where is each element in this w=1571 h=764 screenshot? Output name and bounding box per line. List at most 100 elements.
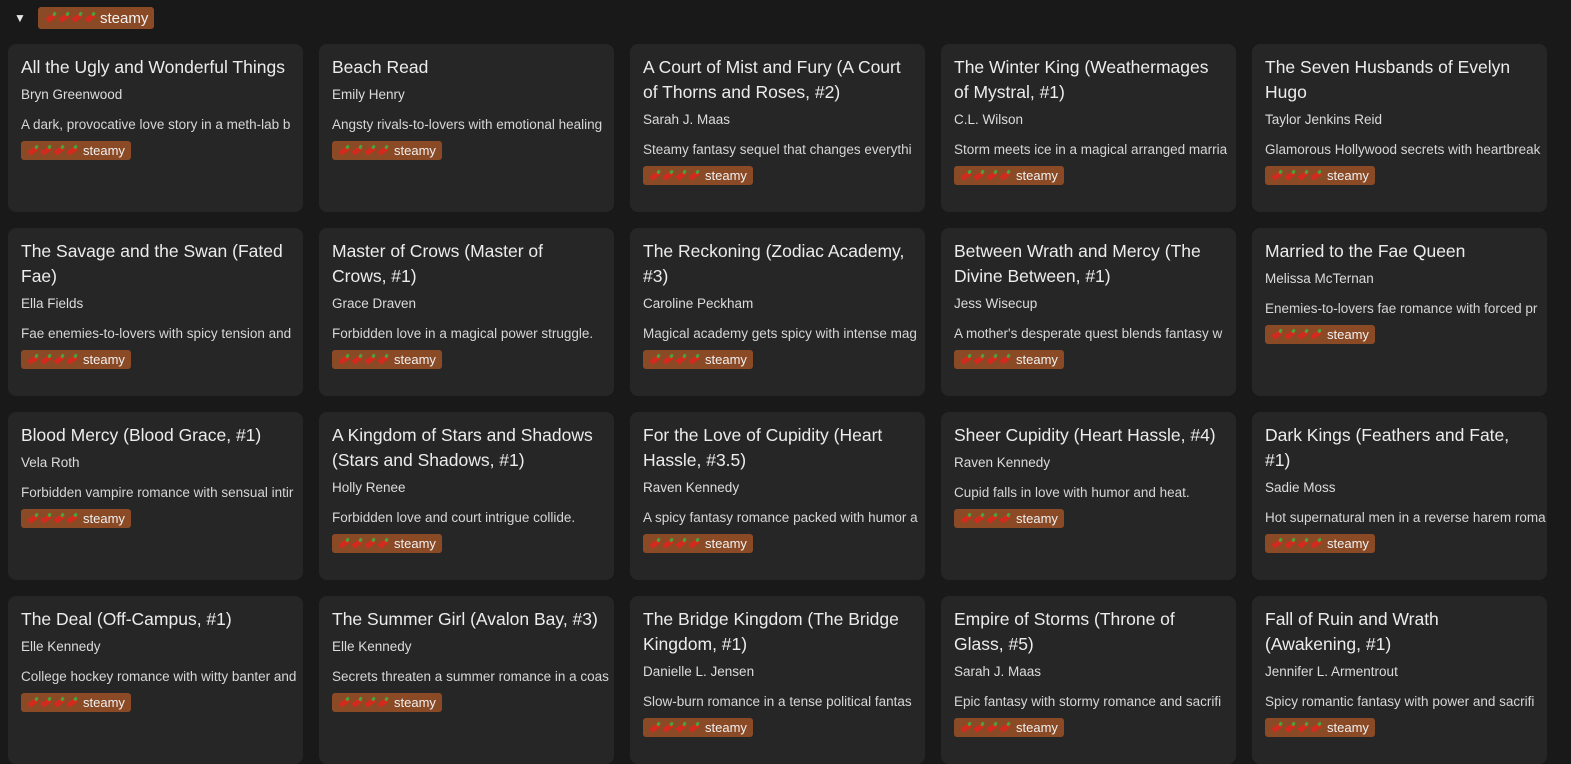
book-title: Between Wrath and Mercy (The Divine Betw… — [954, 241, 1201, 286]
book-card[interactable]: The Seven Husbands of Evelyn Hugo Taylor… — [1252, 44, 1547, 212]
book-description: Forbidden love in a magical power strugg… — [332, 326, 594, 341]
chili-pepper-icon — [83, 11, 96, 25]
book-card[interactable]: Blood Mercy (Blood Grace, #1) Vela Roth … — [8, 412, 303, 580]
chili-pepper-icon — [1296, 537, 1309, 551]
chili-pepper-icon — [1283, 328, 1296, 342]
chili-pepper-icon — [1270, 721, 1283, 735]
chili-pepper-icon — [661, 537, 674, 551]
chili-pepper-icon — [648, 353, 661, 367]
book-description: Hot supernatural men in a reverse harem … — [1265, 510, 1546, 525]
chili-pepper-icon — [1296, 721, 1309, 735]
chili-pepper-icon — [1283, 169, 1296, 183]
chili-pepper-icon — [998, 169, 1011, 183]
chili-pepper-icon — [959, 512, 972, 526]
spice-tag: steamy — [643, 534, 753, 553]
chili-pepper-icon — [1270, 328, 1283, 342]
book-card[interactable]: Dark Kings (Feathers and Fate, #1) Sadie… — [1252, 412, 1547, 580]
chili-pepper-icon — [52, 144, 65, 158]
book-card[interactable]: Between Wrath and Mercy (The Divine Betw… — [941, 228, 1236, 396]
book-author: Raven Kennedy — [643, 480, 740, 495]
chili-pepper-icon — [985, 169, 998, 183]
chili-pepper-icon — [959, 721, 972, 735]
book-author: Elle Kennedy — [332, 639, 412, 654]
book-author: Grace Draven — [332, 296, 417, 311]
book-card[interactable]: The Bridge Kingdom (The Bridge Kingdom, … — [630, 596, 925, 764]
book-card[interactable]: The Savage and the Swan (Fated Fae) Ella… — [8, 228, 303, 396]
spice-tag-label: steamy — [394, 352, 436, 367]
pepper-icons — [959, 169, 1011, 183]
pepper-icons — [26, 696, 78, 710]
book-card[interactable]: A Court of Mist and Fury (A Court of Tho… — [630, 44, 925, 212]
chili-pepper-icon — [376, 696, 389, 710]
group-tag-steamy: steamy — [38, 7, 155, 29]
book-card[interactable]: Master of Crows (Master of Crows, #1) Gr… — [319, 228, 614, 396]
chili-pepper-icon — [350, 353, 363, 367]
chili-pepper-icon — [959, 169, 972, 183]
book-card[interactable]: A Kingdom of Stars and Shadows (Stars an… — [319, 412, 614, 580]
book-card[interactable]: Fall of Ruin and Wrath (Awakening, #1) J… — [1252, 596, 1547, 764]
chili-pepper-icon — [1283, 537, 1296, 551]
book-description: Forbidden love and court intrigue collid… — [332, 510, 576, 525]
book-author: Emily Henry — [332, 87, 405, 102]
book-card[interactable]: For the Love of Cupidity (Heart Hassle, … — [630, 412, 925, 580]
book-title: Sheer Cupidity (Heart Hassle, #4) — [954, 425, 1216, 445]
pepper-icons — [337, 144, 389, 158]
book-title: Empire of Storms (Throne of Glass, #5) — [954, 609, 1175, 654]
book-card[interactable]: Married to the Fae Queen Melissa McTerna… — [1252, 228, 1547, 396]
book-card[interactable]: Empire of Storms (Throne of Glass, #5) S… — [941, 596, 1236, 764]
book-title: A Court of Mist and Fury (A Court of Tho… — [643, 57, 901, 102]
book-author: Sarah J. Maas — [643, 112, 731, 127]
book-card[interactable]: The Summer Girl (Avalon Bay, #3) Elle Ke… — [319, 596, 614, 764]
book-title: The Winter King (Weathermages of Mystral… — [954, 57, 1209, 102]
spice-tag: steamy — [21, 509, 131, 528]
spice-tag-label: steamy — [83, 352, 125, 367]
pepper-icons — [959, 721, 1011, 735]
chili-pepper-icon — [376, 353, 389, 367]
book-description: Fae enemies-to-lovers with spicy tension… — [21, 326, 292, 341]
chili-pepper-icon — [674, 537, 687, 551]
chili-pepper-icon — [337, 537, 350, 551]
collapse-toggle-icon[interactable]: ▼ — [14, 11, 26, 25]
chili-pepper-icon — [998, 353, 1011, 367]
pepper-icons — [1270, 169, 1322, 183]
spice-tag-label: steamy — [1327, 536, 1369, 551]
book-card[interactable]: The Winter King (Weathermages of Mystral… — [941, 44, 1236, 212]
chili-pepper-icon — [972, 721, 985, 735]
spice-tag-label: steamy — [394, 695, 436, 710]
pepper-icons — [1270, 537, 1322, 551]
book-author: Bryn Greenwood — [21, 87, 123, 102]
book-card[interactable]: All the Ugly and Wonderful Things Bryn G… — [8, 44, 303, 212]
chili-pepper-icon — [687, 537, 700, 551]
book-card[interactable]: The Deal (Off-Campus, #1) Elle Kennedy C… — [8, 596, 303, 764]
book-author: C.L. Wilson — [954, 112, 1024, 127]
book-card[interactable]: Sheer Cupidity (Heart Hassle, #4) Raven … — [941, 412, 1236, 580]
spice-tag-label: steamy — [394, 536, 436, 551]
spice-tag: steamy — [954, 509, 1064, 528]
chili-pepper-icon — [674, 353, 687, 367]
pepper-icons — [337, 537, 389, 551]
chili-pepper-icon — [674, 169, 687, 183]
chili-pepper-icon — [39, 144, 52, 158]
chili-pepper-icon — [376, 537, 389, 551]
chili-pepper-icon — [687, 353, 700, 367]
book-description: Magical academy gets spicy with intense … — [643, 326, 917, 341]
chili-pepper-icon — [1270, 169, 1283, 183]
chili-pepper-icon — [972, 353, 985, 367]
spice-tag: steamy — [1265, 718, 1375, 737]
chili-pepper-icon — [337, 144, 350, 158]
spice-tag-label: steamy — [1016, 720, 1058, 735]
chili-pepper-icon — [1283, 721, 1296, 735]
chili-pepper-icon — [26, 512, 39, 526]
book-card[interactable]: The Reckoning (Zodiac Academy, #3) Carol… — [630, 228, 925, 396]
chili-pepper-icon — [363, 144, 376, 158]
spice-tag: steamy — [332, 350, 442, 369]
book-card[interactable]: Beach Read Emily Henry Angsty rivals-to-… — [319, 44, 614, 212]
spice-tag-label: steamy — [83, 143, 125, 158]
book-description: Slow-burn romance in a tense political f… — [643, 694, 912, 709]
spice-tag: steamy — [954, 166, 1064, 185]
chili-pepper-icon — [52, 512, 65, 526]
chili-pepper-icon — [65, 353, 78, 367]
book-description: Epic fantasy with stormy romance and sac… — [954, 694, 1222, 709]
pepper-icons — [959, 353, 1011, 367]
pepper-icons — [337, 696, 389, 710]
